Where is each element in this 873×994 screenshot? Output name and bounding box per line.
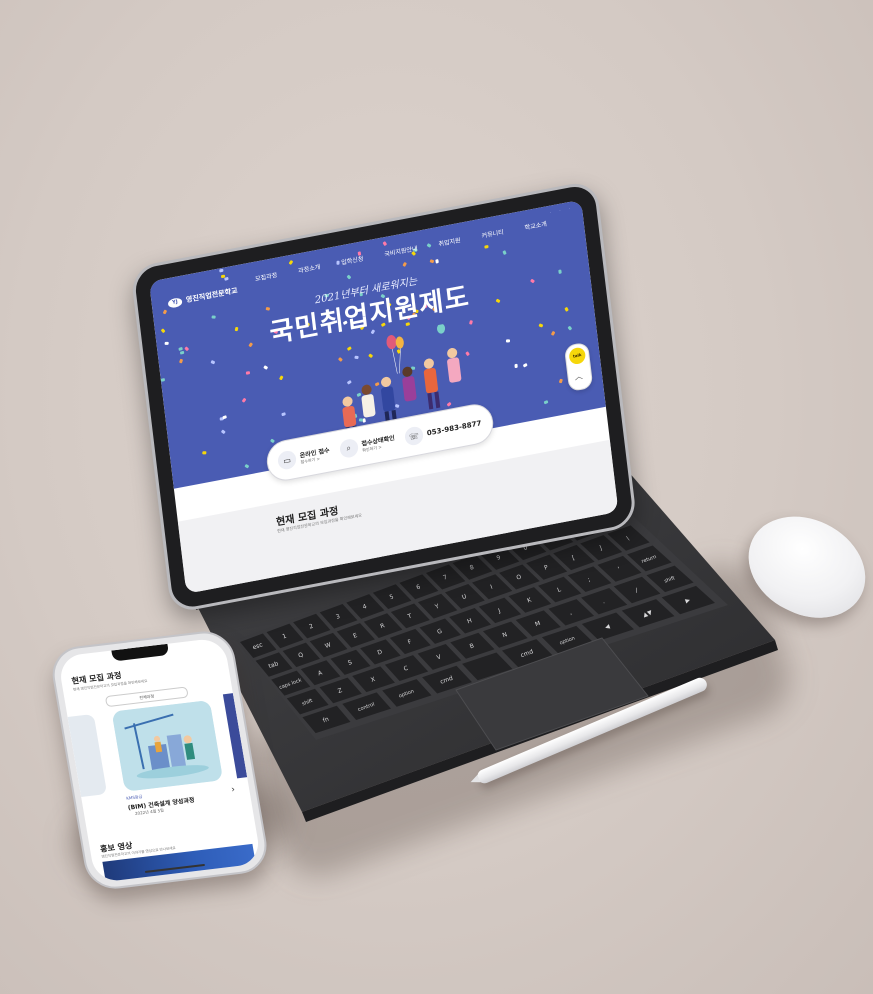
confetti-piece bbox=[495, 298, 501, 304]
confetti-piece bbox=[234, 326, 239, 332]
confetti-piece bbox=[558, 269, 562, 274]
nav-item-apply[interactable]: 입학신청 bbox=[341, 253, 364, 266]
confetti-piece bbox=[179, 350, 185, 355]
confetti-piece bbox=[484, 245, 489, 250]
logo-text: 영진직업전문학교 bbox=[185, 286, 239, 305]
logo-mark-icon: YJ bbox=[167, 296, 183, 309]
confetti-piece bbox=[202, 451, 207, 455]
nav-item-recruit[interactable]: 모집과정 bbox=[254, 270, 278, 283]
confetti-piece bbox=[162, 309, 168, 315]
tablet-screen: YJ 영진직업전문학교 · · · 모집과정 과정소개 입학신청 국비지원안내 … bbox=[149, 199, 619, 594]
confetti-piece bbox=[523, 363, 528, 368]
confetti-piece bbox=[222, 414, 228, 420]
confetti-piece bbox=[544, 399, 549, 404]
confetti-piece bbox=[210, 359, 216, 365]
status-check-link[interactable]: ⌕ 접수상태확인 확인하기 > bbox=[338, 431, 396, 460]
phone-number: 053-983-8877 bbox=[426, 419, 482, 438]
confetti-piece bbox=[245, 370, 251, 375]
utility-links: · · · bbox=[550, 206, 570, 215]
online-apply-link[interactable]: ▭ 온라인 접수 접수하기 > bbox=[276, 443, 331, 471]
nav-item-funding[interactable]: 국비지원안내 bbox=[384, 243, 418, 258]
nav-item-about[interactable]: 학교소개 bbox=[524, 219, 547, 232]
site-logo[interactable]: YJ 영진직업전문학교 bbox=[167, 286, 238, 309]
nav-item-courses[interactable]: 과정소개 bbox=[298, 262, 321, 275]
confetti-piece bbox=[502, 249, 507, 255]
confetti-piece bbox=[241, 397, 247, 403]
confetti-piece bbox=[160, 378, 166, 383]
confetti-piece bbox=[265, 307, 271, 312]
prev-card-peek bbox=[67, 713, 108, 798]
confetti-piece bbox=[220, 429, 226, 434]
phone-notch bbox=[111, 643, 170, 662]
confetti-piece bbox=[564, 306, 569, 312]
kakao-talk-icon[interactable]: talk bbox=[568, 346, 587, 366]
confetti-piece bbox=[211, 315, 216, 319]
confetti-piece bbox=[248, 341, 254, 347]
confetti-piece bbox=[184, 346, 190, 352]
confetti-piece bbox=[402, 261, 408, 267]
course-card-image[interactable] bbox=[111, 700, 224, 792]
confetti-piece bbox=[179, 359, 184, 364]
confetti-piece bbox=[429, 259, 435, 264]
confetti-piece bbox=[160, 328, 166, 334]
confetti-piece bbox=[567, 325, 573, 331]
confetti-piece bbox=[243, 464, 249, 469]
confetti-piece bbox=[550, 330, 555, 336]
confetti-piece bbox=[514, 363, 518, 368]
search-document-icon: ⌕ bbox=[338, 437, 359, 460]
confetti-piece bbox=[530, 278, 536, 284]
phone-icon: ☏ bbox=[403, 425, 424, 447]
confetti-piece bbox=[280, 412, 286, 417]
confetti-piece bbox=[270, 438, 276, 444]
confetti-piece bbox=[505, 339, 511, 343]
nav-item-jobs[interactable]: 취업지원 bbox=[438, 235, 461, 248]
confetti-piece bbox=[263, 365, 269, 371]
confetti-piece bbox=[219, 268, 224, 273]
confetti-piece bbox=[346, 274, 352, 280]
nav-item-community[interactable]: 커뮤니티 bbox=[481, 227, 504, 240]
confetti-piece bbox=[435, 258, 440, 264]
confetti-piece bbox=[164, 341, 169, 345]
confetti-piece bbox=[288, 259, 294, 265]
util-link[interactable]: · bbox=[568, 206, 570, 211]
construction-illustration bbox=[111, 700, 224, 792]
phone-screen: 현재 모집 과정 현재 영진직업전문학교의 모집과정을 확인해보세요 전체과정 … bbox=[57, 637, 262, 884]
phone-link[interactable]: ☏ 053-983-8877 bbox=[403, 414, 483, 447]
monitor-icon: ▭ bbox=[276, 449, 298, 471]
confetti-piece bbox=[382, 240, 388, 246]
confetti-piece bbox=[279, 375, 284, 381]
scroll-top-icon[interactable]: ︿ bbox=[574, 370, 583, 383]
util-link[interactable]: · bbox=[550, 209, 552, 214]
util-link[interactable]: · bbox=[559, 208, 561, 213]
confetti-piece bbox=[559, 378, 564, 384]
chevron-right-icon[interactable]: › bbox=[231, 785, 236, 795]
confetti-piece bbox=[537, 323, 543, 328]
